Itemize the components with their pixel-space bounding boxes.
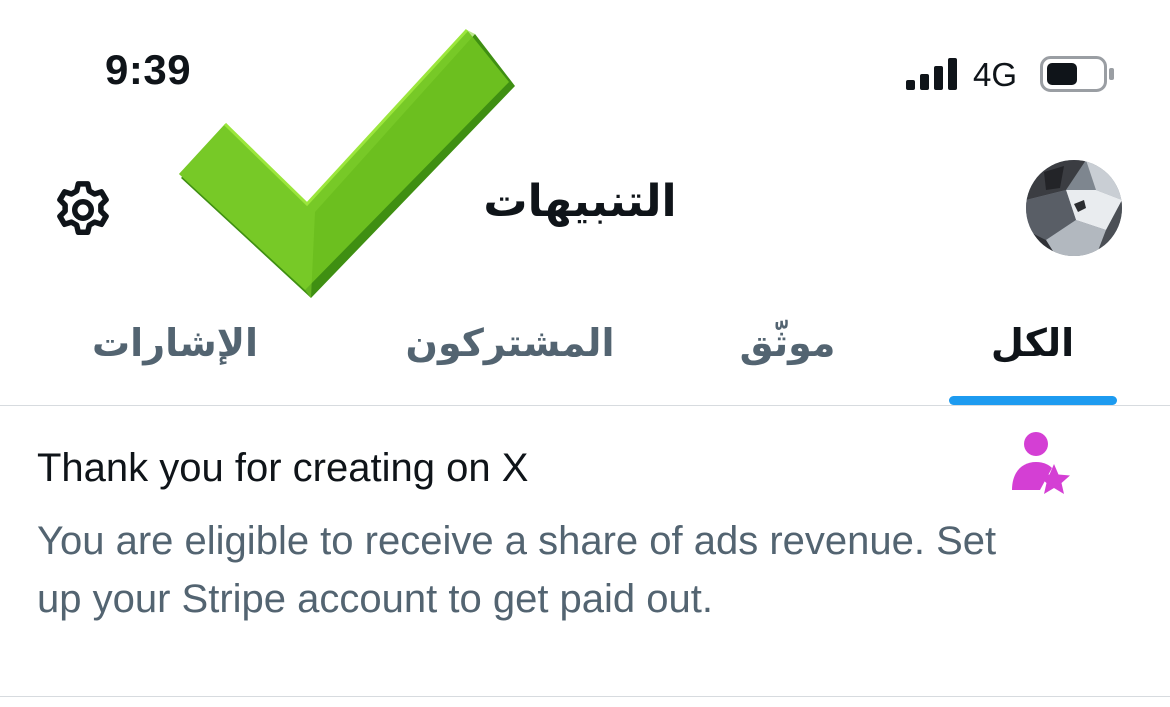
tab-verified-label: موثّق [739,320,836,365]
tab-mentions-label: الإشارات [91,320,259,365]
tab-all-label: الكل [990,320,1075,365]
green-checkmark-icon [179,28,515,298]
network-label: 4G [973,56,1018,93]
notification-body: You are eligible to receive a share of a… [37,519,997,621]
avatar-image [1026,160,1122,256]
tab-verified[interactable]: موثّق [700,280,875,405]
tab-subscribers[interactable]: المشتركون [390,280,630,405]
active-tab-indicator [949,396,1117,405]
tab-all[interactable]: الكل [945,280,1120,405]
tab-subscribers-label: المشتركون [405,320,615,365]
avatar[interactable] [1026,160,1122,256]
notification-title: Thank you for creating on X [37,446,529,490]
cellular-signal-icon [906,58,957,90]
person-star-icon [1012,432,1070,494]
notification-tabs: الكل موثّق المشتركون الإشارات [0,280,1170,406]
notification-item[interactable]: Thank you for creating on X You are elig… [0,406,1170,697]
battery-icon [1040,56,1114,92]
tab-mentions[interactable]: الإشارات [70,280,280,405]
gear-icon[interactable] [50,177,116,243]
